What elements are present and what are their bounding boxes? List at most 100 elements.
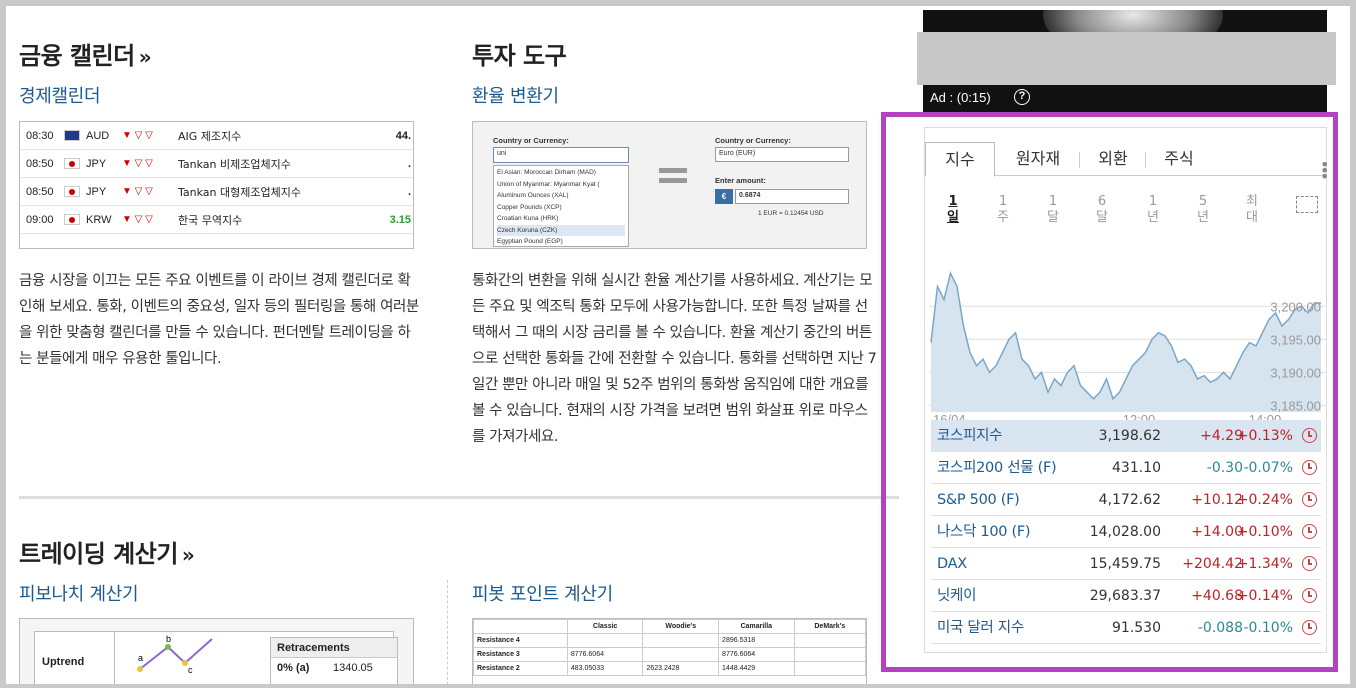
calendar-title[interactable]: 금융 캘린더 [19,42,135,70]
range-1일[interactable]: 1일 [941,194,965,226]
expand-chart-icon[interactable] [1296,196,1318,213]
tab-indices[interactable]: 지수 [925,142,995,177]
quote-name-link[interactable]: DAX [937,548,967,580]
clock-icon [1302,460,1317,475]
calendar-heading[interactable]: 금융 캘린더» [19,36,152,71]
widget-tabs: 지수 원자재 외환 주식 • • • [925,142,1329,185]
y-tick-label: 3,195.00 [1270,332,1321,347]
trading-title[interactable]: 트레이딩 계산기 [19,540,178,568]
flag-icon [64,158,80,169]
pivot-point-calculator-link[interactable]: 피봇 포인트 계산기 [472,580,613,606]
trading-heading[interactable]: 트레이딩 계산기» [19,534,195,569]
quote-name-link[interactable]: 닛케이 [937,580,976,612]
event-name: 한국 무역지수 [178,213,243,227]
column-divider [447,580,448,684]
importance-bull-icons: ▼ ▽ ▽ [122,130,153,141]
pivot-row: Resistance 3 8776.6064 8776.6064 [473,647,866,662]
event-value: . [407,157,411,170]
tab-separator [1079,152,1080,168]
amount-input: 0.6874 [735,189,849,204]
currency-converter-link[interactable]: 환율 변환기 [472,82,559,108]
currency-converter-thumbnail[interactable]: Country or Currency: uni El Asian: Moroc… [472,121,867,249]
amount-label: Enter amount: [715,176,766,185]
calendar-description: 금융 시장을 이끄는 모든 주요 이벤트를 이 라이브 경제 캘린더로 확인해 … [19,273,419,367]
quote-change: +10.12 [1191,492,1243,508]
uptrend-label: Uptrend [42,656,85,668]
pivot-cell [642,647,720,662]
quote-change-pct: +1.34% [1236,556,1293,572]
page: 금융 캘린더» 경제캘린더 08:30 AUD ▼ ▽ ▽ AIG 제조지수 44. 08… [6,6,1350,684]
raquo-icon: » [138,45,152,69]
currency-option: Union of Myanmar: Myanmar Kyat ( [497,180,600,188]
quote-name-link[interactable]: 미국 달러 지수 [937,612,1024,644]
pivot-header: Classic [566,619,644,634]
clock-icon [1302,588,1317,603]
currency-code: KRW [86,213,112,226]
quote-name-link[interactable]: 나스닥 100 (F) [937,516,1031,548]
econ-row: 08:30 AUD ▼ ▽ ▽ AIG 제조지수 44. [20,122,413,150]
pivot-cell [793,633,866,648]
quote-row[interactable]: 닛케이 29,683.37 +40.68 +0.14% [931,580,1321,612]
range-5년[interactable]: 5년 [1191,194,1215,226]
tab-stocks[interactable]: 주식 [1151,142,1207,176]
ad-help-icon[interactable]: ? [1014,89,1030,105]
pivot-row: Resistance 4 2896.5318 [473,633,866,648]
quote-price: 431.10 [1112,460,1161,476]
quote-name-link[interactable]: S&P 500 (F) [937,484,1020,516]
event-time: 08:30 [26,129,54,142]
y-tick-label: 3,200.00 [1270,299,1321,314]
quote-row[interactable]: 나스닥 100 (F) 14,028.00 +14.00 +0.10% [931,516,1321,548]
currency-option: Egyptian Pound (EGP) [497,238,563,245]
econ-row: 08:50 JPY ▼ ▽ ▽ Tankan 비제조업체지수. [20,150,413,178]
currency-option: El Asian: Moroccan Dirham (MAD) [497,169,596,176]
pivot-thumbnail[interactable]: Classic Woodie's Camarilla DeMark's Resistan… [472,618,867,684]
fibonacci-calculator-link[interactable]: 피보나치 계산기 [19,580,139,606]
quote-name-link[interactable]: 코스피지수 [937,420,1003,452]
range-1년[interactable]: 1년 [1141,194,1165,226]
quote-row[interactable]: 코스피200 선물 (F) 431.10 -0.30 -0.07% [931,452,1321,484]
range-6달[interactable]: 6달 [1090,194,1114,226]
event-name: Tankan 비제조업체지수 [178,157,291,171]
currency-option: Croatian Kuna (HRK) [497,215,559,222]
to-label: Country or Currency: [715,136,791,145]
quote-row[interactable]: 코스피지수 3,198.62 +4.29 +0.13% [931,420,1321,452]
range-1주[interactable]: 1주 [991,194,1015,226]
clock-icon [1302,492,1317,507]
to-input: Euro (EUR) [715,147,849,162]
econ-calendar-thumbnail[interactable]: 08:30 AUD ▼ ▽ ▽ AIG 제조지수 44. 08:50 JPY ▼ ▽ ▽ Tan… [19,121,414,249]
quote-price: 15,459.75 [1089,556,1161,572]
section-divider [19,496,899,499]
event-time: 08:50 [26,185,54,198]
pivot-cell: 8776.6064 [566,647,644,662]
econ-calendar-link[interactable]: 경제캘린더 [19,82,101,108]
quote-change-pct: +0.14% [1236,588,1293,604]
tab-commodities[interactable]: 원자재 [1005,142,1071,176]
quote-change: -0.088 [1197,620,1243,636]
event-name: Tankan 대형제조업체지수 [178,185,301,199]
quote-change-pct: +0.13% [1236,428,1293,444]
quote-price: 29,683.37 [1089,588,1161,604]
currency-code: JPY [86,157,107,170]
quote-row[interactable]: S&P 500 (F) 4,172.62 +10.12 +0.24% [931,484,1321,516]
pivot-header: Woodie's [642,619,720,634]
econ-row: 09:00 KRW ▼ ▽ ▽ 한국 무역지수 3.15 [20,206,413,234]
range-최대[interactable]: 최대 [1240,194,1264,226]
fibonacci-thumbnail[interactable]: Uptrend a b c Retracements 0% (a) 1340.05 [19,618,414,684]
quote-row[interactable]: DAX 15,459.75 +204.42 +1.34% [931,548,1321,580]
quote-row[interactable]: 미국 달러 지수 91.530 -0.088 -0.10% [931,612,1321,644]
tools-description: 통화간의 변환을 위해 실시간 환율 계산기를 사용하세요. 계산기는 모든 주… [472,273,877,445]
range-1달[interactable]: 1달 [1041,194,1065,226]
pivot-cell: 8776.6064 [718,647,795,662]
quote-change-pct: -0.07% [1243,460,1293,476]
event-value: . [407,185,411,198]
quote-name-link[interactable]: 코스피200 선물 (F) [937,452,1057,484]
econ-row: 08:50 JPY ▼ ▽ ▽ Tankan 대형제조업체지수. [20,178,413,206]
quote-change: +40.68 [1191,588,1243,604]
event-value: 3.15 [389,213,411,226]
importance-bull-icons: ▼ ▽ ▽ [122,186,153,197]
tab-forex[interactable]: 외환 [1085,142,1141,176]
pivot-cell [793,647,866,662]
pivot-row: Resistance 2 483.05033 2623.2428 1448.4429 [473,661,866,676]
retracements-label: Retracements [271,638,397,658]
more-options-icon[interactable]: • • • [1320,157,1329,185]
